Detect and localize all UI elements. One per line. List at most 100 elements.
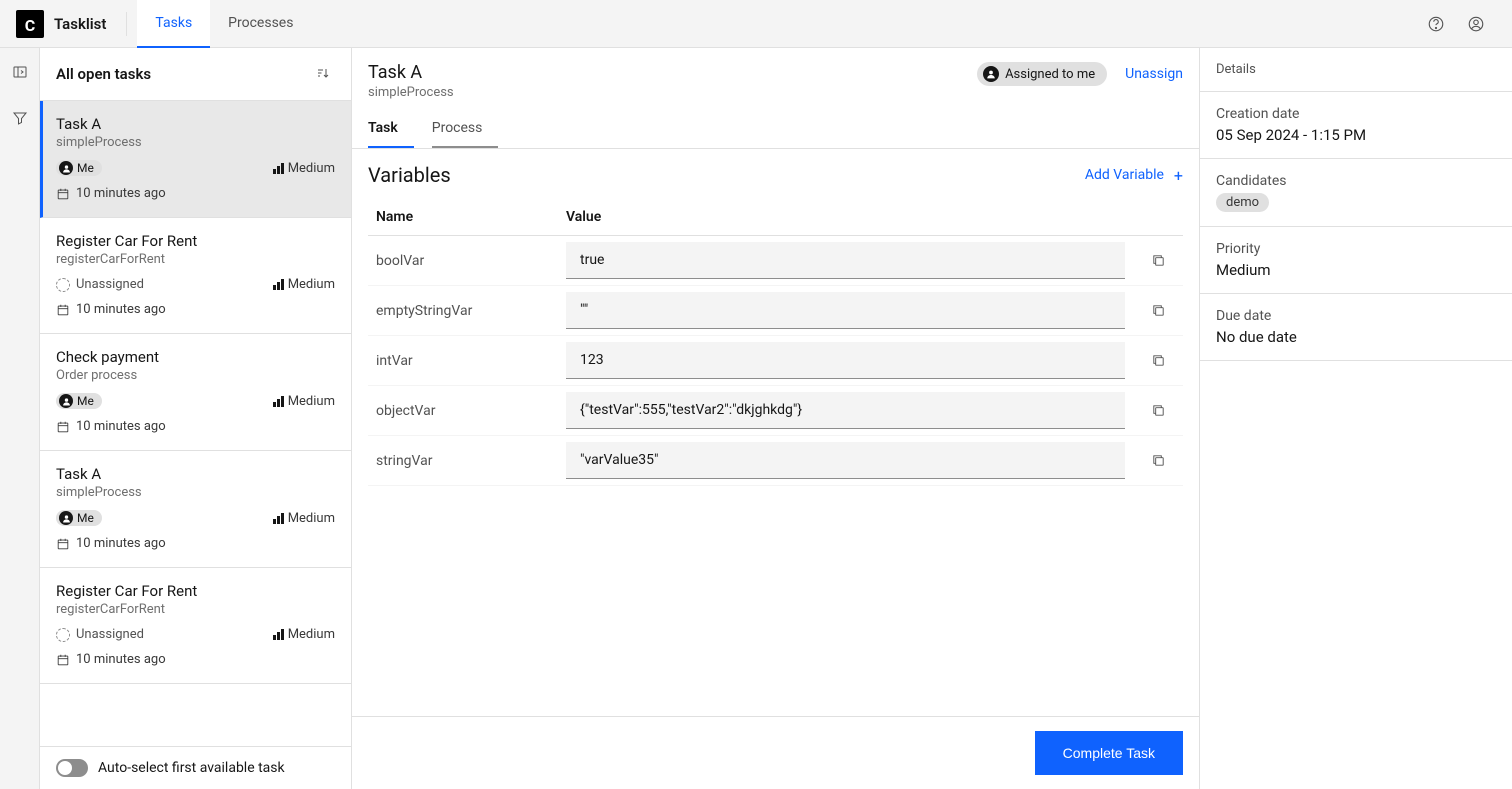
task-process: simpleProcess	[56, 135, 335, 150]
tab-processes[interactable]: Processes	[210, 0, 311, 48]
task-list-scroll[interactable]: Task A simpleProcess Me Medium 10 minute…	[40, 101, 351, 746]
tab-tasks[interactable]: Tasks	[137, 0, 210, 48]
assignee-label: Me	[77, 511, 94, 525]
app-header: C Tasklist Tasks Processes	[0, 0, 1512, 48]
copy-icon[interactable]	[1144, 297, 1172, 325]
variable-value-cell	[558, 436, 1133, 486]
task-title: Register Car For Rent	[56, 582, 335, 600]
tab-process[interactable]: Process	[432, 110, 499, 148]
assignee-unassigned: Unassigned	[56, 627, 144, 642]
variables-table: Name Value boolVar emptyStringVar intVar	[368, 199, 1183, 486]
task-detail-title: Task A	[368, 62, 454, 83]
variable-row: emptyStringVar	[368, 286, 1183, 336]
variable-value-input[interactable]	[566, 242, 1125, 279]
assignee-chip: Me	[56, 160, 102, 176]
task-priority: Medium	[273, 161, 335, 176]
assignee-chip: Me	[56, 393, 102, 409]
expand-panel-icon[interactable]	[4, 56, 36, 88]
variable-value-input[interactable]	[566, 342, 1125, 379]
assignee-label: Unassigned	[76, 627, 144, 642]
assignee-label: Me	[77, 161, 94, 175]
task-list-column: All open tasks Task A simpleProcess Me M…	[40, 48, 352, 789]
calendar-icon	[56, 187, 70, 201]
variable-name: stringVar	[368, 436, 558, 486]
priority-bars-icon	[273, 513, 284, 524]
task-timestamp: 10 minutes ago	[56, 652, 166, 667]
priority-bars-icon	[273, 163, 284, 174]
variable-name: intVar	[368, 336, 558, 386]
brand-title: Tasklist	[54, 15, 106, 33]
col-value: Value	[558, 199, 1133, 236]
variable-value-input[interactable]	[566, 392, 1125, 429]
detail-priority: Priority Medium	[1200, 227, 1512, 294]
task-title: Task A	[56, 465, 335, 483]
task-priority: Medium	[273, 511, 335, 526]
task-card[interactable]: Task A simpleProcess Me Medium 10 minute…	[40, 451, 351, 568]
brand-logo: C	[16, 10, 44, 38]
task-process: Order process	[56, 368, 335, 383]
task-priority: Medium	[273, 394, 335, 409]
unassigned-icon	[56, 278, 70, 292]
detail-candidates: Candidates demo	[1200, 159, 1512, 227]
priority-value: Medium	[1216, 261, 1496, 279]
task-priority: Medium	[273, 277, 335, 292]
variable-value-input[interactable]	[566, 292, 1125, 329]
details-header: Details	[1200, 48, 1512, 92]
calendar-icon	[56, 653, 70, 667]
copy-icon[interactable]	[1144, 347, 1172, 375]
variable-row: boolVar	[368, 236, 1183, 286]
priority-label: Priority	[1216, 241, 1496, 257]
divider	[126, 12, 127, 36]
complete-task-button[interactable]: Complete Task	[1035, 731, 1183, 775]
variables-title: Variables	[368, 163, 451, 187]
calendar-icon	[56, 537, 70, 551]
task-card[interactable]: Register Car For Rent registerCarForRent…	[40, 218, 351, 334]
variable-value-input[interactable]	[566, 442, 1125, 479]
priority-bars-icon	[273, 629, 284, 640]
priority-label: Medium	[288, 627, 335, 642]
task-timestamp: 10 minutes ago	[56, 536, 166, 551]
task-card[interactable]: Check payment Order process Me Medium 10…	[40, 334, 351, 451]
task-title: Check payment	[56, 348, 335, 366]
task-list-title: All open tasks	[56, 65, 151, 83]
variable-row: stringVar	[368, 436, 1183, 486]
icon-rail	[0, 48, 40, 789]
copy-icon[interactable]	[1144, 397, 1172, 425]
creation-date-value: 05 Sep 2024 - 1:15 PM	[1216, 126, 1496, 144]
task-process: registerCarForRent	[56, 252, 335, 267]
priority-bars-icon	[273, 279, 284, 290]
copy-icon[interactable]	[1144, 247, 1172, 275]
time-label: 10 minutes ago	[76, 536, 166, 551]
help-icon[interactable]	[1416, 4, 1456, 44]
time-label: 10 minutes ago	[76, 186, 166, 201]
variable-value-cell	[558, 336, 1133, 386]
priority-label: Medium	[288, 277, 335, 292]
auto-select-toggle[interactable]	[56, 759, 88, 777]
task-detail-process: simpleProcess	[368, 85, 454, 100]
detail-creation-date: Creation date 05 Sep 2024 - 1:15 PM	[1200, 92, 1512, 159]
time-label: 10 minutes ago	[76, 652, 166, 667]
add-variable-button[interactable]: Add Variable	[1085, 167, 1164, 183]
variable-value-cell	[558, 386, 1133, 436]
auto-select-label: Auto-select first available task	[98, 760, 285, 776]
task-detail-column: Task A simpleProcess Assigned to me Unas…	[352, 48, 1200, 789]
priority-bars-icon	[273, 396, 284, 407]
assigned-chip-label: Assigned to me	[1005, 67, 1095, 82]
user-icon[interactable]	[1456, 4, 1496, 44]
priority-label: Medium	[288, 511, 335, 526]
top-tabs: Tasks Processes	[137, 0, 311, 48]
sort-icon[interactable]	[311, 62, 335, 86]
task-timestamp: 10 minutes ago	[56, 186, 166, 201]
task-card[interactable]: Task A simpleProcess Me Medium 10 minute…	[40, 101, 351, 218]
add-variable-plus-icon[interactable]: +	[1174, 166, 1183, 185]
task-card[interactable]: Register Car For Rent registerCarForRent…	[40, 568, 351, 684]
priority-label: Medium	[288, 161, 335, 176]
variables-section: Variables Add Variable + Name Value bool…	[352, 149, 1199, 716]
unassign-button[interactable]: Unassign	[1125, 66, 1183, 82]
copy-icon[interactable]	[1144, 447, 1172, 475]
unassigned-icon	[56, 628, 70, 642]
filter-icon[interactable]	[4, 102, 36, 134]
tab-task[interactable]: Task	[368, 110, 414, 148]
variable-name: boolVar	[368, 236, 558, 286]
task-detail-tabs: Task Process	[352, 110, 1199, 149]
